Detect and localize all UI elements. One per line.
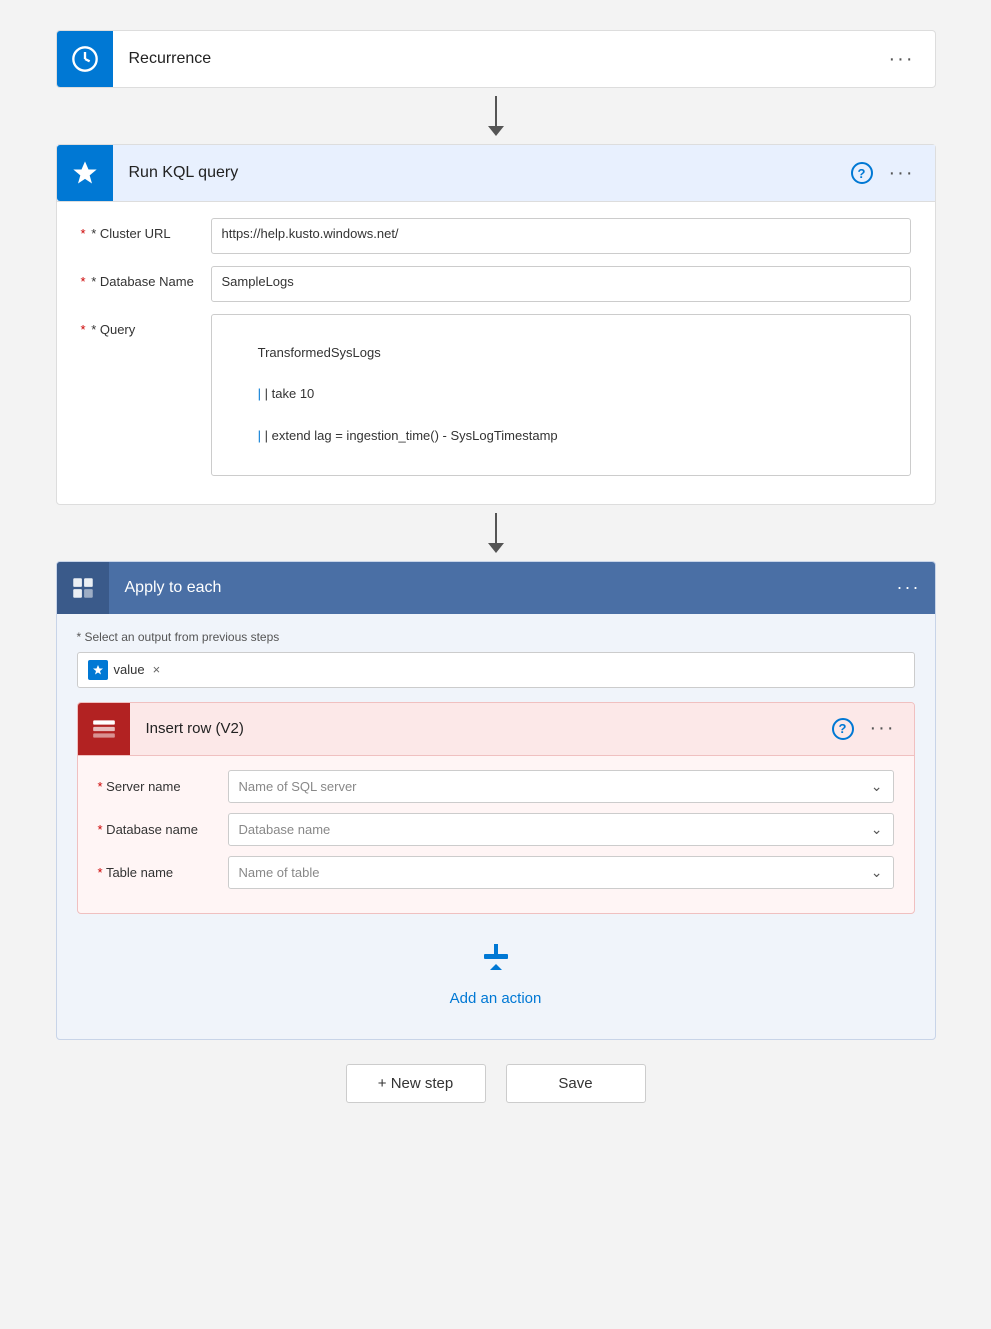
insert-body: * Server name Name of SQL server ⌄ * Dat… <box>78 756 914 913</box>
server-label: * Server name <box>98 779 228 794</box>
apply-header: Apply to each ··· <box>57 562 935 614</box>
query-row: * * Query TransformedSysLogs | | take 10… <box>81 314 911 476</box>
insert-row-card: Insert row (V2) ? ··· * Server name Name… <box>77 702 915 914</box>
recurrence-more-button[interactable]: ··· <box>885 48 919 71</box>
kql-help-button[interactable]: ? <box>851 162 873 184</box>
dbname-dropdown[interactable]: Database name ⌄ <box>228 813 894 846</box>
cluster-row: * * Cluster URL https://help.kusto.windo… <box>81 218 911 254</box>
server-chevron-icon: ⌄ <box>871 778 883 795</box>
add-action-button[interactable]: Add an action <box>450 938 542 1007</box>
arrow-2 <box>488 505 504 561</box>
insert-icon-wrap <box>78 703 130 755</box>
server-dropdown[interactable]: Name of SQL server ⌄ <box>228 770 894 803</box>
value-kql-icon <box>92 664 104 676</box>
apply-body: * Select an output from previous steps v… <box>57 614 935 1039</box>
tablename-chevron-icon: ⌄ <box>871 864 883 881</box>
kql-card: Run KQL query ? ··· * * Cluster URL http… <box>56 144 936 505</box>
apply-icon-wrap <box>57 562 109 614</box>
apply-more-button[interactable]: ··· <box>897 577 921 598</box>
insert-help-button[interactable]: ? <box>832 718 854 740</box>
kql-icon-wrap <box>57 145 113 201</box>
dbname-row: * Database name Database name ⌄ <box>98 813 894 846</box>
recurrence-actions: ··· <box>885 48 935 71</box>
add-action-icon <box>476 940 516 980</box>
kql-title: Run KQL query <box>113 164 851 182</box>
arrow-1 <box>488 88 504 144</box>
server-row: * Server name Name of SQL server ⌄ <box>98 770 894 803</box>
select-output-label: * Select an output from previous steps <box>77 630 915 644</box>
insert-header: Insert row (V2) ? ··· <box>78 703 914 756</box>
db-input[interactable]: SampleLogs <box>211 266 911 302</box>
insert-more-button[interactable]: ··· <box>866 717 900 740</box>
recurrence-icon-wrap <box>57 31 113 87</box>
db-label: * * Database Name <box>81 266 211 289</box>
arrow-line-1 <box>495 96 497 126</box>
save-button[interactable]: Save <box>506 1064 646 1103</box>
dbname-chevron-icon: ⌄ <box>871 821 883 838</box>
arrow-head-1 <box>488 126 504 136</box>
recurrence-card: Recurrence ··· <box>56 30 936 88</box>
clock-icon <box>71 45 99 73</box>
db-row: * * Database Name SampleLogs <box>81 266 911 302</box>
apply-title: Apply to each <box>109 579 897 597</box>
query-label: * * Query <box>81 314 211 337</box>
arrow-line-2 <box>495 513 497 543</box>
kql-actions: ? ··· <box>851 162 935 185</box>
value-tag-icon <box>88 660 108 680</box>
kql-more-button[interactable]: ··· <box>885 162 919 185</box>
add-action-label: Add an action <box>450 990 542 1007</box>
dbname-label: * Database name <box>98 822 228 837</box>
tablename-dropdown[interactable]: Name of table ⌄ <box>228 856 894 889</box>
add-action-icon-wrap <box>474 938 518 982</box>
cluster-input[interactable]: https://help.kusto.windows.net/ <box>211 218 911 254</box>
tablename-label: * Table name <box>98 865 228 880</box>
insert-actions: ? ··· <box>832 717 914 740</box>
recurrence-title: Recurrence <box>113 50 885 68</box>
insert-title: Insert row (V2) <box>130 720 832 737</box>
value-tag-remove-button[interactable]: × <box>153 662 161 677</box>
new-step-button[interactable]: + New step <box>346 1064 486 1103</box>
bottom-actions: + New step Save <box>40 1040 951 1123</box>
apply-icon <box>70 575 96 601</box>
apply-each-card: Apply to each ··· * Select an output fro… <box>56 561 936 1040</box>
cluster-label: * * Cluster URL <box>81 218 211 241</box>
kql-icon <box>71 159 99 187</box>
sql-icon <box>91 716 117 742</box>
add-action-area: Add an action <box>77 914 915 1023</box>
query-input[interactable]: TransformedSysLogs | | take 10 | | exten… <box>211 314 911 476</box>
apply-actions: ··· <box>897 577 935 598</box>
value-tag-text: value <box>114 662 145 677</box>
tablename-row: * Table name Name of table ⌄ <box>98 856 894 889</box>
value-tag-container[interactable]: value × <box>77 652 915 688</box>
kql-body: * * Cluster URL https://help.kusto.windo… <box>57 202 935 504</box>
arrow-head-2 <box>488 543 504 553</box>
kql-header: Run KQL query ? ··· <box>57 145 935 202</box>
